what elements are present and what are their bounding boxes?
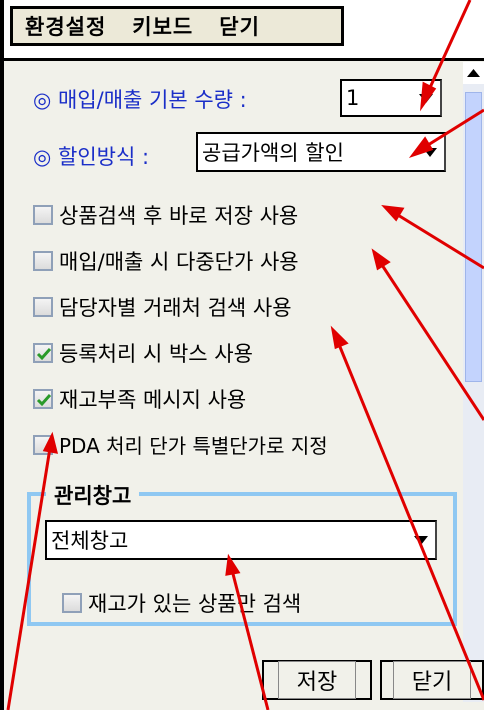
warehouse-group-title: 관리창고 (46, 480, 140, 510)
save-button-label: 저장 (277, 661, 357, 699)
option-label: 담당자별 거래처 검색 사용 (59, 296, 292, 320)
chevron-down-icon[interactable] (412, 81, 440, 115)
qty-row: ◎ 매입/매출 기본 수량 : (33, 84, 247, 114)
window-edge (0, 0, 4, 710)
menu-item-keyboard[interactable]: 키보드 (132, 11, 193, 41)
stock-only-label: 재고가 있는 상품만 검색 (88, 592, 302, 616)
menu-bar: 환경설정 키보드 닫기 (4, 0, 484, 61)
stock-only-option[interactable]: 재고가 있는 상품만 검색 (62, 588, 301, 618)
menu-box: 환경설정 키보드 닫기 (10, 6, 344, 46)
option-label: 매입/매출 시 다중단가 사용 (59, 250, 299, 274)
option-label: 재고부족 메시지 사용 (59, 388, 247, 412)
option-item[interactable]: 재고부족 메시지 사용 (33, 384, 246, 414)
menu-item-close[interactable]: 닫기 (219, 11, 260, 41)
close-button-label: 닫기 (392, 661, 472, 699)
qty-value: 1 (346, 86, 360, 110)
qty-select[interactable]: 1 (340, 79, 442, 117)
qty-label: ◎ 매입/매출 기본 수량 : (33, 88, 247, 112)
checkbox[interactable] (33, 343, 53, 363)
save-button[interactable]: 저장 (262, 660, 372, 700)
option-item[interactable]: 등록처리 시 박스 사용 (33, 338, 253, 368)
option-item[interactable]: 상품검색 후 바로 저장 사용 (33, 200, 298, 230)
option-item[interactable]: PDA 처리 단가 특별단가로 지정 (33, 430, 328, 459)
warehouse-value: 전체창고 (51, 529, 129, 553)
option-item[interactable]: 담당자별 거래처 검색 사용 (33, 292, 292, 322)
discount-row: ◎ 할인방식 : (33, 141, 149, 171)
option-label: 상품검색 후 바로 저장 사용 (59, 204, 299, 228)
warehouse-select[interactable]: 전체창고 (45, 520, 437, 560)
checkbox[interactable] (33, 434, 53, 455)
checkbox[interactable] (33, 389, 53, 409)
scrollbar[interactable] (463, 62, 484, 702)
menu-item-settings[interactable]: 환경설정 (25, 11, 106, 41)
discount-value: 공급가액의 할인 (202, 141, 344, 165)
close-button[interactable]: 닫기 (380, 660, 484, 700)
scroll-up-icon[interactable] (463, 62, 484, 84)
option-item[interactable]: 매입/매출 시 다중단가 사용 (33, 246, 299, 276)
checkbox[interactable] (33, 205, 53, 225)
discount-label: ◎ 할인방식 : (33, 145, 150, 169)
option-label: 등록처리 시 박스 사용 (59, 342, 253, 366)
chevron-down-icon[interactable] (407, 522, 435, 558)
chevron-down-icon[interactable] (416, 134, 444, 170)
checkbox[interactable] (62, 593, 82, 613)
option-label: PDA 처리 단가 특별단가로 지정 (59, 434, 328, 458)
scroll-thumb[interactable] (465, 92, 482, 382)
checkbox[interactable] (33, 297, 53, 317)
checkbox[interactable] (33, 251, 53, 271)
discount-select[interactable]: 공급가액의 할인 (196, 132, 446, 172)
